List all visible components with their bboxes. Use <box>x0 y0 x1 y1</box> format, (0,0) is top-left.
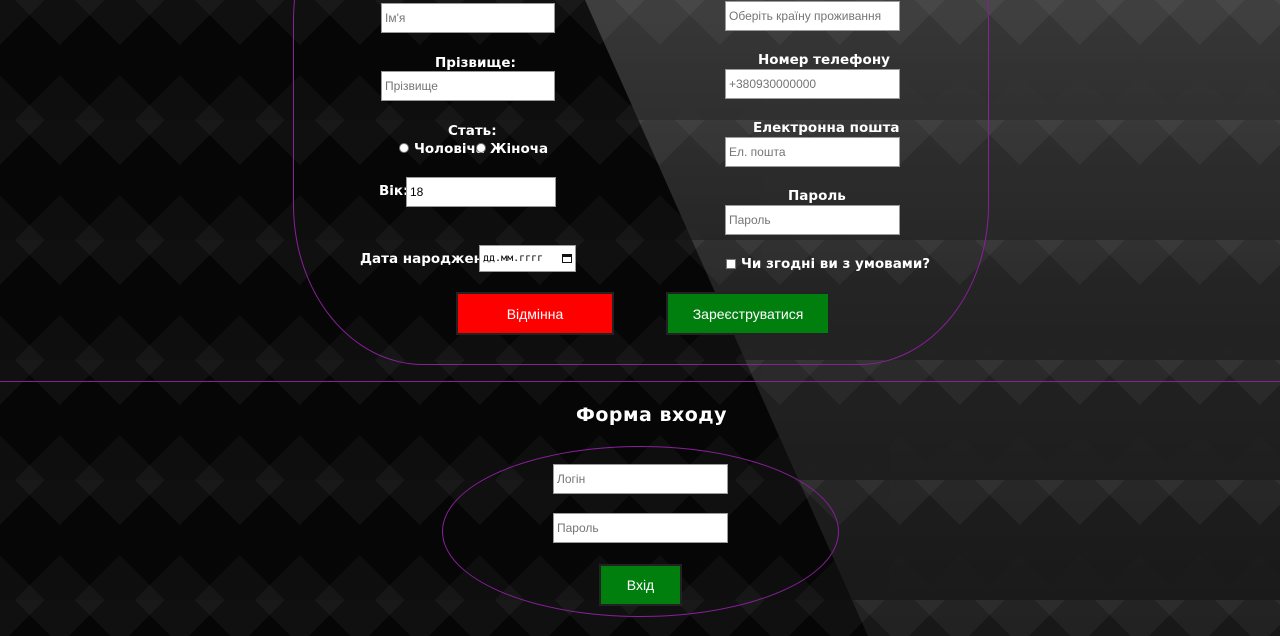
terms-label: Чи згодні ви з умовами? <box>741 256 931 272</box>
login-input[interactable] <box>553 464 728 494</box>
phone-input[interactable] <box>725 69 900 99</box>
gender-female-radio[interactable] <box>476 143 486 153</box>
login-form-title: Форма входу <box>576 404 728 426</box>
password-label: Пароль <box>788 188 846 204</box>
birth-date-placeholder: дд.мм.гггг <box>483 253 544 264</box>
age-input[interactable] <box>406 177 556 207</box>
last-name-label: Прізвище: <box>435 55 516 71</box>
gender-label: Стать: <box>448 123 497 139</box>
email-label: Електронна пошта <box>753 120 900 136</box>
email-input[interactable] <box>725 137 900 167</box>
calendar-icon[interactable] <box>562 254 572 263</box>
register-button-label: Зареєструватися <box>692 305 804 322</box>
phone-label: Номер телефону <box>758 52 890 68</box>
country-select[interactable] <box>725 1 900 31</box>
cancel-button-label: Відмінна <box>506 305 564 322</box>
section-divider <box>0 381 1280 382</box>
login-button[interactable]: Вхід <box>599 564 682 606</box>
terms-checkbox[interactable] <box>726 259 736 269</box>
register-button[interactable]: Зареєструватися <box>666 292 830 335</box>
age-label: Вік: <box>379 183 409 199</box>
login-password-input[interactable] <box>553 513 728 543</box>
gender-male-radio[interactable] <box>399 143 409 153</box>
login-button-label: Вхід <box>626 577 655 593</box>
password-input[interactable] <box>725 205 900 235</box>
gender-female-label: Жіноча <box>490 141 549 157</box>
gender-male-label: Чоловіча <box>414 141 485 157</box>
first-name-input[interactable] <box>381 3 555 33</box>
cancel-button[interactable]: Відмінна <box>456 292 614 335</box>
last-name-input[interactable] <box>381 71 555 101</box>
